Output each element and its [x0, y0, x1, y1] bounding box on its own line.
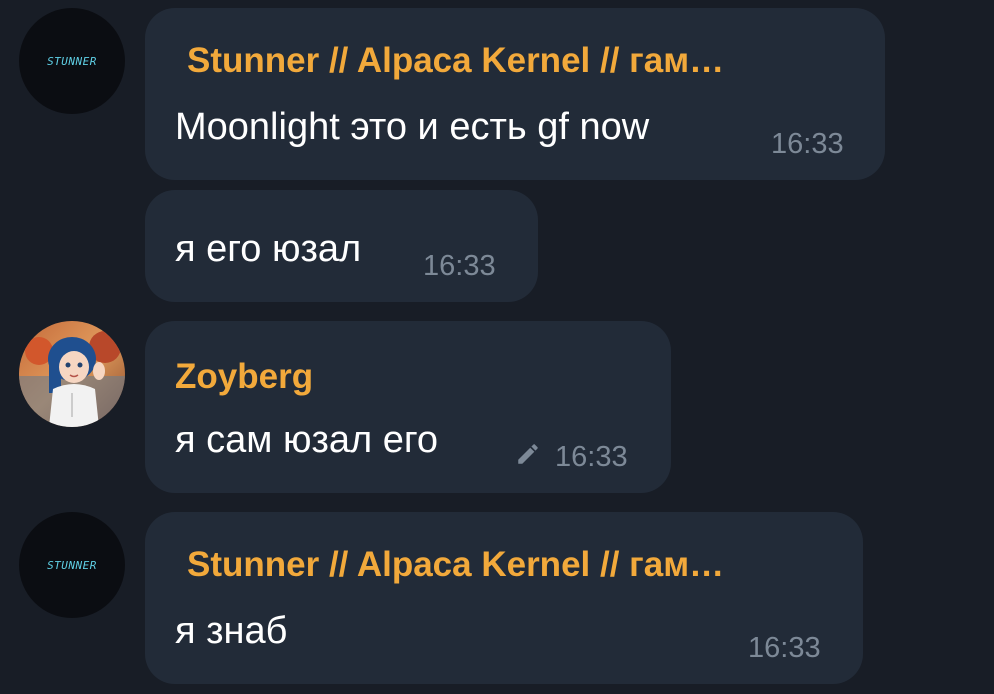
avatar-zoyberg[interactable] — [19, 321, 125, 427]
message-time: 16:33 — [771, 128, 844, 160]
message-bubble[interactable]: Stunner // Alpaca Kernel // гам… Moonlig… — [145, 8, 885, 180]
avatar-logo-text: STUNNER — [47, 54, 97, 68]
message-time: 16:33 — [748, 632, 821, 664]
avatar-stunner[interactable]: STUNNER — [19, 512, 125, 618]
message-text: Moonlight это и есть gf now — [175, 106, 650, 148]
avatar-stunner[interactable]: STUNNER — [19, 8, 125, 114]
avatar-logo-text: STUNNER — [47, 558, 97, 572]
sender-name[interactable]: Zoyberg — [175, 357, 313, 397]
message-bubble[interactable]: Stunner // Alpaca Kernel // гам… я знаб … — [145, 512, 863, 684]
message-time: 16:33 — [555, 441, 628, 473]
message-bubble[interactable]: я его юзал 16:33 — [145, 190, 538, 302]
sender-name[interactable]: Stunner // Alpaca Kernel // гам… — [187, 41, 724, 81]
message-time: 16:33 — [423, 250, 496, 282]
message-text: я знаб — [175, 610, 288, 652]
message-text: я сам юзал его — [175, 419, 439, 461]
zoyberg-avatar-image — [19, 321, 125, 427]
pencil-icon — [518, 444, 538, 464]
chat-view: STUNNER Stunner // Alpaca Kernel // гам…… — [0, 0, 994, 694]
message-bubble[interactable]: Zoyberg я сам юзал его 16:33 — [145, 321, 671, 493]
message-text: я его юзал — [175, 228, 362, 270]
sender-name[interactable]: Stunner // Alpaca Kernel // гам… — [187, 545, 724, 585]
